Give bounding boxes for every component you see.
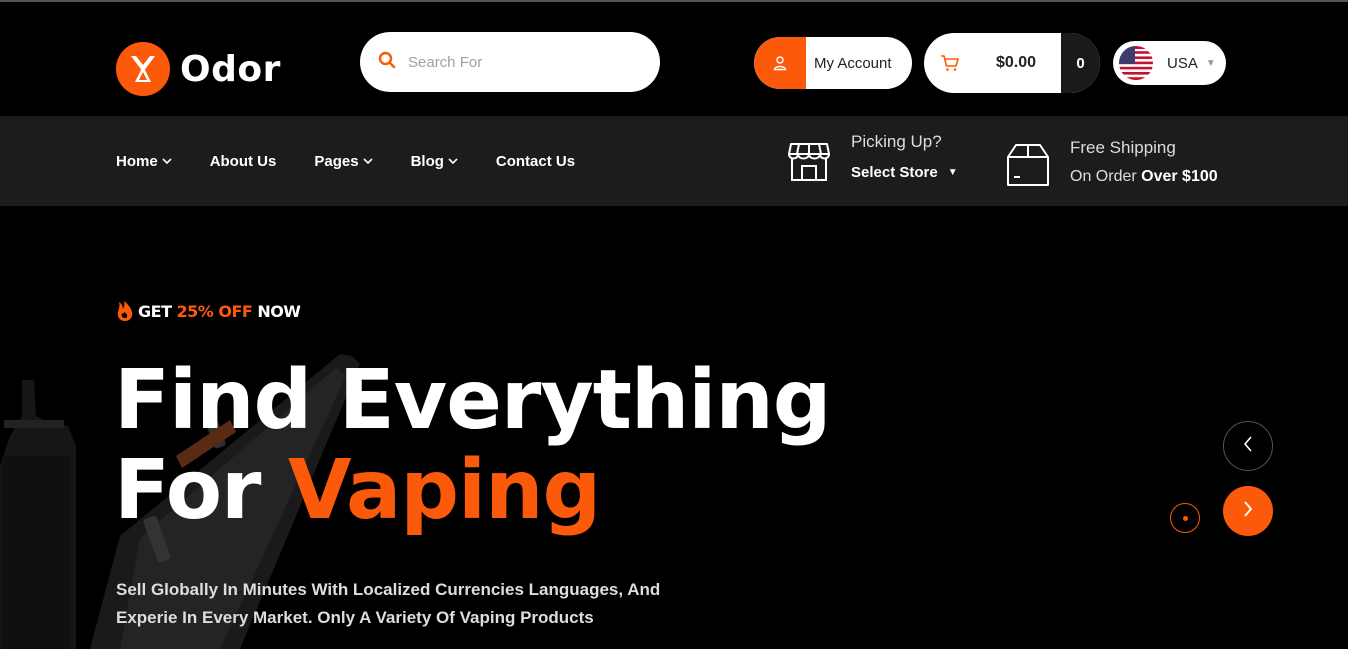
free-shipping-subtitle: On Order Over $100	[1070, 168, 1218, 186]
promo-badge: GET 25% OFF NOW	[116, 300, 301, 322]
free-shipping-title: Free Shipping	[1070, 138, 1176, 157]
store-icon	[787, 136, 831, 184]
slider-prev-button[interactable]	[1223, 421, 1273, 471]
cart-total: $0.00	[996, 54, 1037, 71]
nav-label: Contact Us	[495, 152, 576, 170]
us-flag-icon	[1119, 46, 1153, 80]
chevron-down-icon: ▼	[947, 166, 958, 178]
nav-item-blog[interactable]: Blog	[411, 153, 458, 170]
chevron-down-icon	[448, 158, 458, 164]
chevron-right-icon	[1243, 500, 1253, 522]
select-store-dropdown[interactable]: Select Store ▼	[851, 164, 958, 181]
description-line-2: Experie In Every Market. Only A Variety …	[116, 608, 594, 627]
chevron-left-icon	[1243, 435, 1253, 457]
logo[interactable]: Odor	[116, 42, 281, 96]
headline-line-2: For Vaping	[114, 446, 830, 536]
hero-banner: GET 25% OFF NOW Find Everything For Vapi…	[0, 206, 1348, 649]
headline-line-1: Find Everything	[114, 353, 831, 448]
nav-item-pages[interactable]: Pages	[314, 152, 373, 170]
description-line-1: Sell Globally In Minutes With Localized …	[116, 580, 661, 599]
select-store-label: Select Store	[851, 163, 938, 181]
country-label: USA	[1167, 54, 1198, 72]
nav-item-about-us[interactable]: About Us	[210, 153, 277, 170]
odor-logo-icon	[116, 42, 170, 96]
nav-label: Blog	[410, 152, 444, 170]
header: Odor My Account $0.00 0	[0, 2, 1348, 116]
nav-label: About Us	[209, 152, 277, 170]
flame-icon	[116, 300, 134, 322]
nav-label: Pages	[314, 152, 359, 170]
cart-count-badge: 0	[1061, 33, 1100, 93]
my-account-button[interactable]: My Account	[754, 37, 912, 89]
promo-suffix: NOW	[257, 301, 301, 321]
country-select[interactable]: USA ▼	[1113, 41, 1226, 85]
shipping-sub-prefix: On Order	[1070, 168, 1137, 185]
main-nav: Home About Us Pages Blog Contact Us	[116, 116, 613, 206]
slider-next-button[interactable]	[1223, 486, 1273, 536]
hero-description: Sell Globally In Minutes With Localized …	[116, 576, 716, 632]
headline-accent: Vaping	[288, 443, 601, 538]
search-icon[interactable]	[378, 51, 396, 74]
slider-dot[interactable]	[1170, 503, 1200, 533]
nav-item-home[interactable]: Home	[116, 153, 172, 170]
promo-accent: 25% OFF	[176, 301, 253, 321]
headline-prefix: For	[114, 443, 261, 538]
search-input[interactable]	[408, 53, 628, 71]
box-icon	[1006, 142, 1050, 188]
nav-item-contact-us[interactable]: Contact Us	[496, 153, 575, 170]
nav-label: Home	[116, 152, 158, 170]
hero-headline: Find Everything For Vaping	[114, 353, 831, 536]
my-account-label: My Account	[814, 54, 892, 72]
picking-up-widget: Picking Up? Select Store ▼	[787, 128, 958, 184]
chevron-down-icon	[162, 158, 172, 164]
navigation-bar: Home About Us Pages Blog Contact Us Pick…	[0, 116, 1348, 206]
cart-icon	[940, 54, 960, 72]
brand-name: Odor	[180, 48, 281, 90]
user-icon	[754, 37, 806, 89]
chevron-down-icon: ▼	[1205, 57, 1216, 69]
free-shipping-widget: Free Shipping On Order Over $100	[1006, 136, 1218, 188]
search-bar[interactable]	[360, 32, 660, 92]
picking-up-title: Picking Up?	[851, 131, 942, 151]
chevron-down-icon	[362, 158, 373, 164]
cart-button[interactable]: $0.00 0	[924, 33, 1100, 93]
shipping-sub-highlight: Over $100	[1141, 168, 1218, 185]
promo-prefix: GET	[138, 301, 172, 321]
